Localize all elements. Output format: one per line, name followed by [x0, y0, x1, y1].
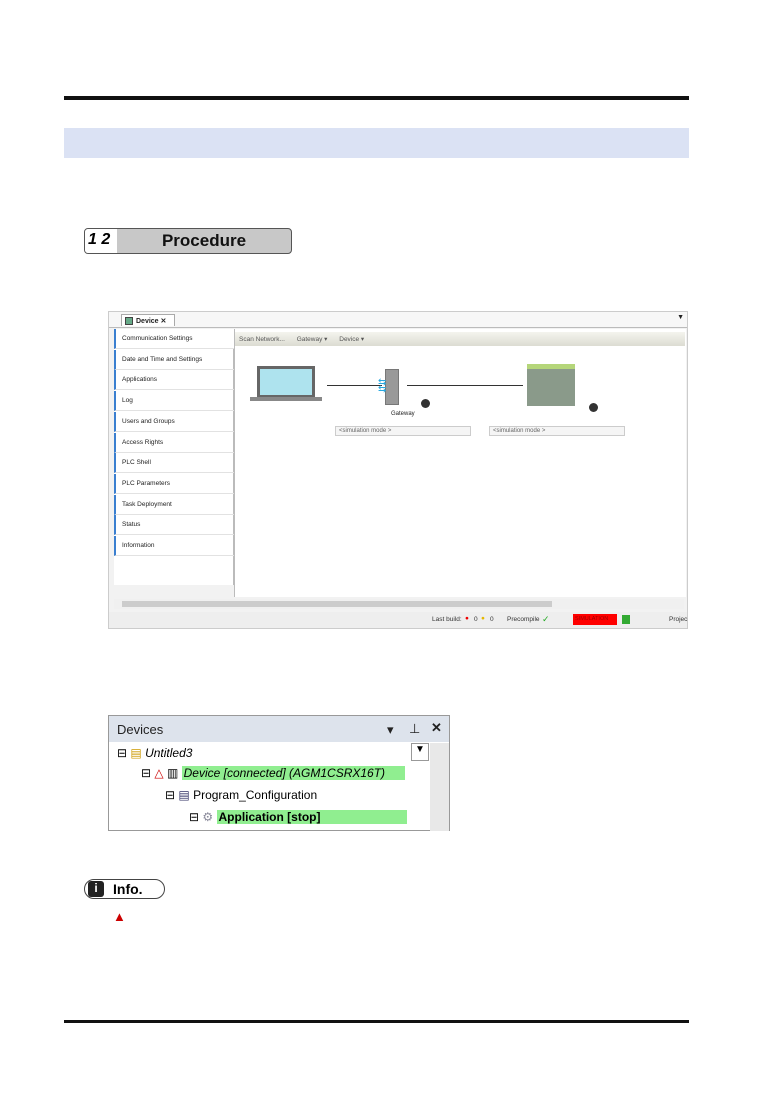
sidebar-item-status[interactable]: Status	[114, 515, 234, 535]
tree-item-project[interactable]: ⊟ ▤ Untitled3	[117, 744, 192, 764]
tab-device[interactable]: Device ✕	[121, 314, 175, 326]
procedure-number: 1 2	[85, 229, 117, 253]
connection-line	[327, 385, 382, 386]
sidebar-item-plc-shell[interactable]: PLC Shell	[114, 453, 234, 473]
devices-title: Devices	[117, 722, 164, 737]
gear-icon: ⚙	[202, 810, 214, 824]
sidebar-item-access-rights[interactable]: Access Rights	[114, 433, 234, 453]
devices-panel: Devices ▾ ⊥ ✕ ⊟ ▤ Untitled3 ▼ ⊟ △ ▥ Devi…	[108, 715, 450, 831]
scan-network-button[interactable]: Scan Network...	[239, 336, 285, 343]
simulation-badge[interactable]: SIMULATION	[573, 614, 617, 625]
warning-icon: ●	[481, 615, 485, 622]
sidebar-item-log[interactable]: Log	[114, 391, 234, 411]
sidebar-item-task-deployment[interactable]: Task Deployment	[114, 495, 234, 515]
connection-status-icon	[622, 615, 630, 624]
tree-item-program-configuration[interactable]: ⊟ ▤ Program_Configuration	[165, 786, 317, 806]
gateway-select[interactable]: <simulation mode >	[335, 426, 471, 436]
info-icon: i	[88, 881, 104, 897]
last-build-label: Last build:	[432, 616, 462, 623]
tree-item-application[interactable]: ⊟ ⚙ Application [stop]	[189, 808, 407, 828]
procedure-label: Procedure	[161, 231, 247, 250]
close-icon[interactable]: ✕	[431, 720, 442, 736]
procedure-badge: 1 2 Procedure	[84, 228, 292, 254]
device-status-dot	[589, 403, 598, 412]
vertical-scrollbar[interactable]	[430, 743, 449, 831]
close-icon[interactable]: ✕	[161, 318, 167, 325]
precompile-label: Precompile	[507, 616, 540, 623]
info-badge: i Info.	[84, 879, 165, 899]
device-menu[interactable]: Device ▾	[339, 336, 364, 343]
plc-device-icon[interactable]	[527, 364, 575, 406]
communication-panel: Scan Network... Gateway ▾ Device ▾ ⇆ ⇆ Ga…	[234, 329, 686, 597]
info-label: Info.	[113, 881, 143, 897]
horizontal-scrollbar[interactable]	[114, 599, 684, 609]
application-label: Application [stop]	[216, 810, 407, 824]
gateway-status-dot	[421, 399, 430, 408]
sidebar-item-plc-parameters[interactable]: PLC Parameters	[114, 474, 234, 494]
sidebar-item-communication-settings[interactable]: Communication Settings	[114, 329, 234, 349]
program-configuration-label: Program_Configuration	[193, 788, 318, 802]
sidebar-item-date-time[interactable]: Date and Time and Settings	[114, 350, 234, 370]
pin-icon[interactable]: ⊥	[409, 721, 420, 737]
laptop-icon	[257, 366, 315, 398]
error-count: 0	[474, 616, 478, 623]
connection-line	[407, 385, 523, 386]
error-icon: ●	[465, 615, 469, 622]
scrollbar-thumb[interactable]	[122, 601, 552, 607]
tree-item-device[interactable]: ⊟ △ ▥ Device [connected] (AGM1CSRX16T)	[141, 764, 406, 784]
devices-panel-header: Devices ▾ ⊥ ✕	[109, 716, 449, 742]
bottom-rule	[64, 1020, 689, 1023]
top-rule	[64, 96, 689, 100]
device-icon	[125, 317, 133, 325]
warning-triangle-icon: ▲	[113, 909, 126, 924]
check-icon: ✓	[542, 614, 550, 624]
project-name: Untitled3	[145, 746, 193, 760]
device-editor-screenshot: Device ✕ ▼ Communication Settings Date a…	[108, 311, 688, 629]
toolbar: Scan Network... Gateway ▾ Device ▾	[235, 332, 685, 346]
sidebar-item-information[interactable]: Information	[114, 536, 234, 556]
warning-count: 0	[490, 616, 494, 623]
tab-label: Device	[136, 318, 159, 325]
section-header-band	[64, 128, 689, 158]
project-label: Projec	[669, 616, 688, 623]
device-select[interactable]: <simulation mode >	[489, 426, 625, 436]
tree-dropdown-button[interactable]: ▼	[411, 743, 429, 761]
sidebar-item-applications[interactable]: Applications	[114, 370, 234, 390]
device-name: Device [connected] (AGM1CSRX16T)	[181, 766, 406, 780]
gateway-label: Gateway	[391, 411, 415, 417]
gateway-arrows-icon: ⇆ ⇆	[378, 377, 387, 395]
gateway-menu[interactable]: Gateway ▾	[297, 336, 328, 343]
dropdown-icon[interactable]: ▾	[387, 722, 394, 738]
sidebar-item-users-groups[interactable]: Users and Groups	[114, 412, 234, 432]
laptop-base	[250, 397, 322, 401]
warning-triangle-icon: △	[154, 766, 164, 780]
status-bar: Last build: ● 0 ● 0 Precompile ✓ SIMULAT…	[109, 612, 687, 628]
dropdown-icon[interactable]: ▼	[677, 314, 684, 321]
gateway-icon[interactable]	[385, 369, 399, 405]
sidebar: Communication Settings Date and Time and…	[114, 329, 234, 585]
